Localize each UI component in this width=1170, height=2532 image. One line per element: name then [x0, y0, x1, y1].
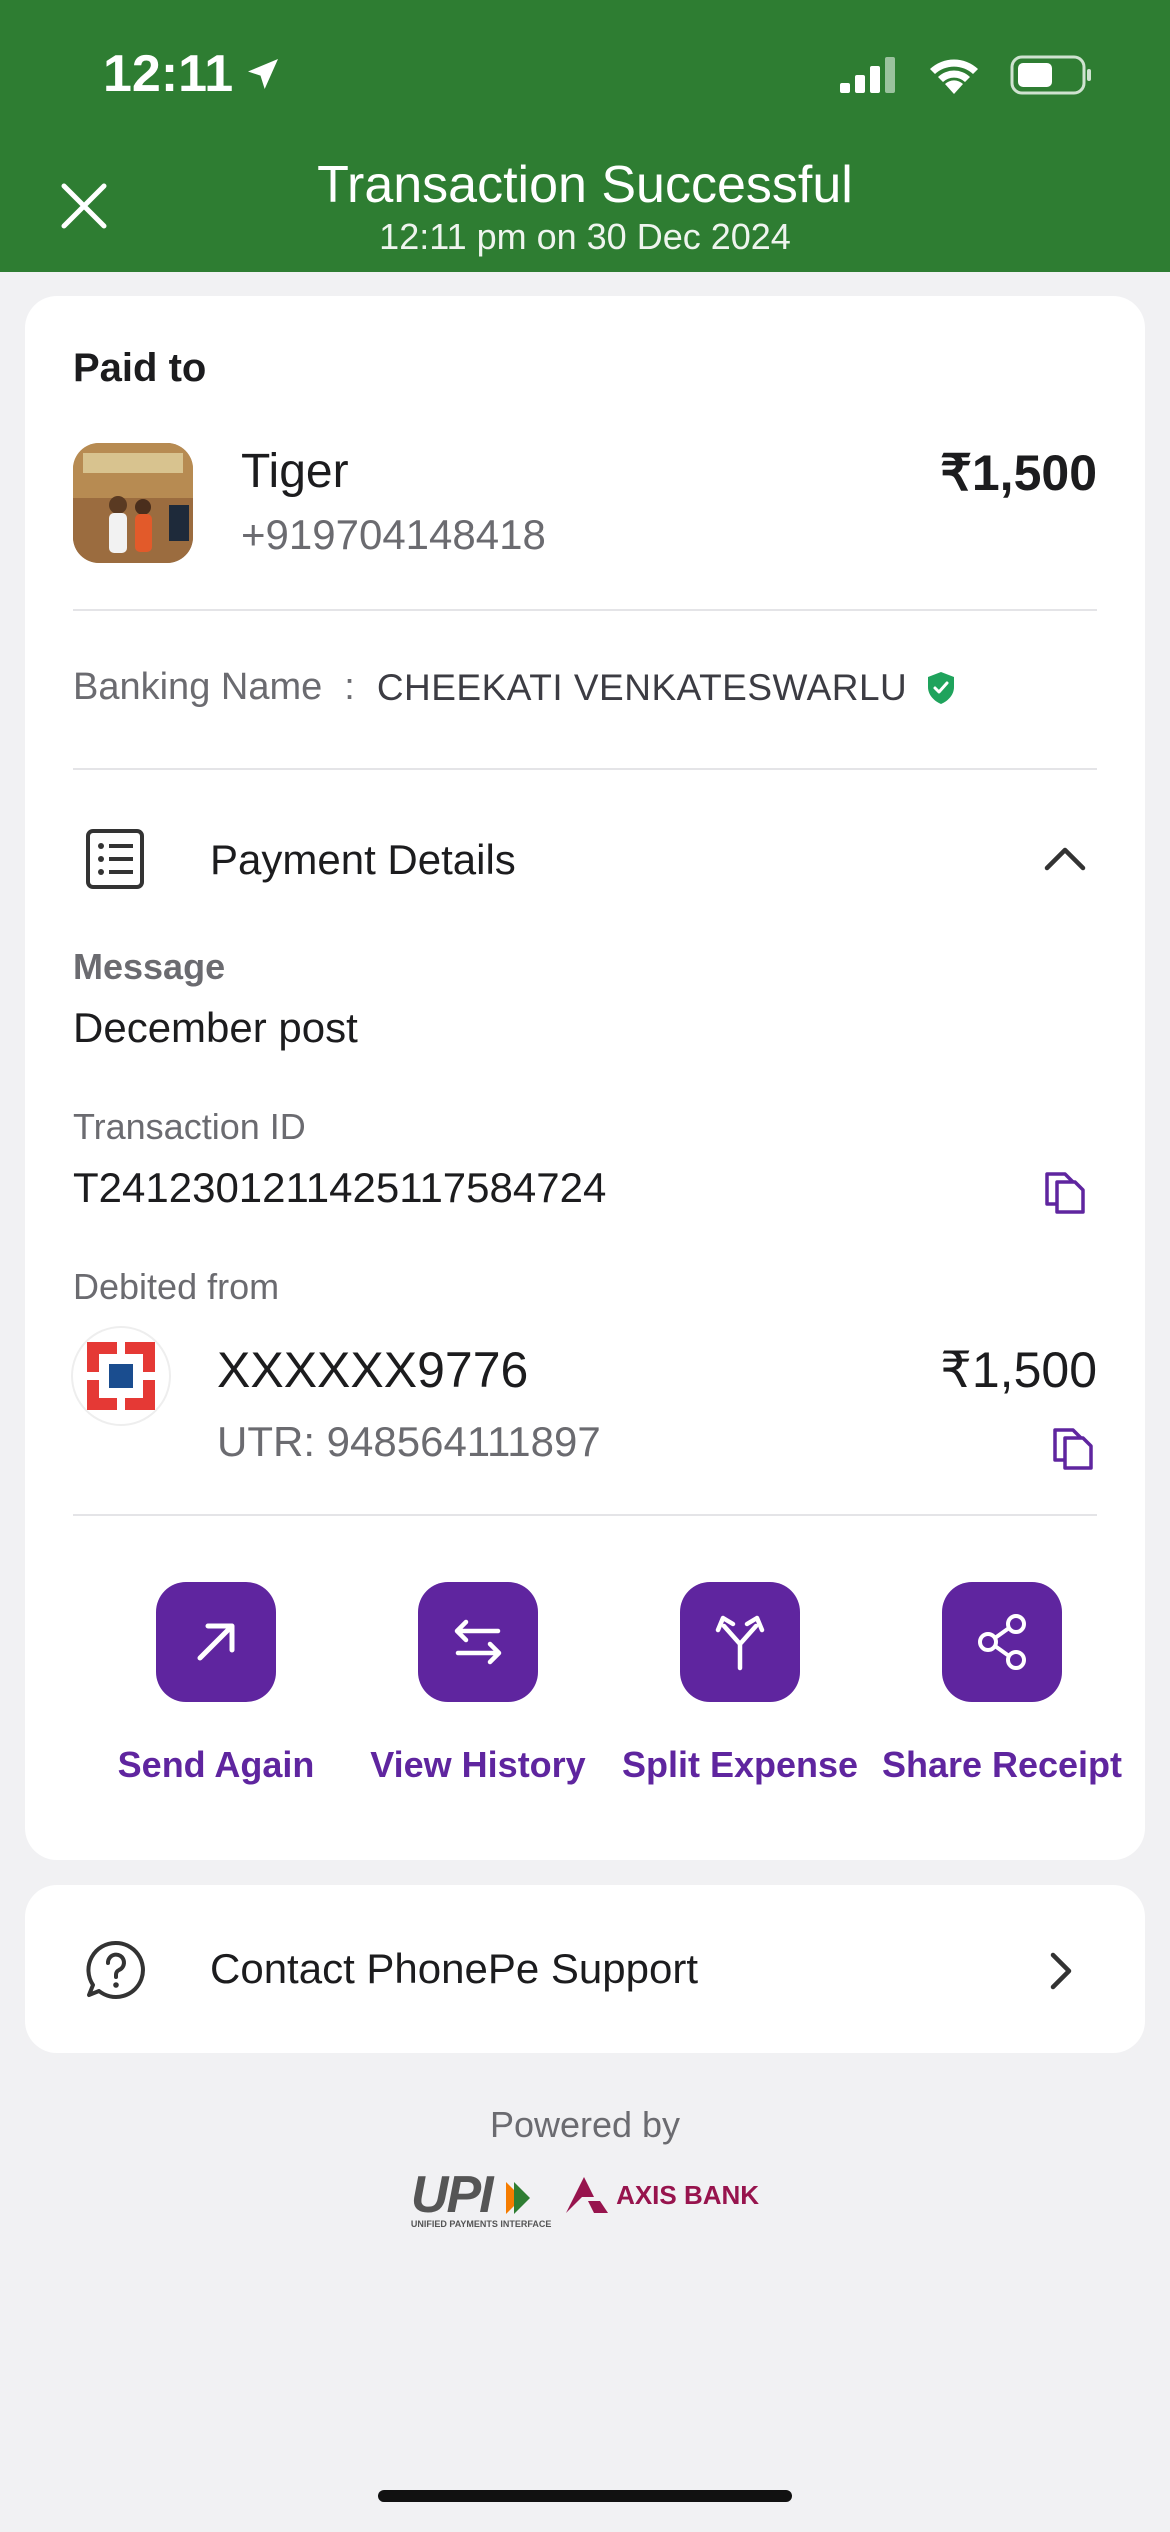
- split-expense-label: Split Expense: [621, 1744, 859, 1785]
- upi-logo: UPI UNIFIED PAYMENTS INTERFACE: [410, 2165, 552, 2229]
- copy-icon[interactable]: [1051, 1424, 1095, 1472]
- status-icons: [840, 55, 1092, 95]
- status-time-text: 12:11: [103, 45, 234, 103]
- location-arrow-icon: [248, 59, 279, 89]
- axis-bank-text: AXIS BANK: [616, 2179, 760, 2210]
- divider: [73, 768, 1097, 770]
- divider: [73, 609, 1097, 611]
- payee-phone: +919704148418: [241, 511, 546, 558]
- home-indicator[interactable]: [378, 2490, 792, 2502]
- axis-bank-logo: AXIS BANK: [564, 2175, 759, 2215]
- divider: [73, 1514, 1097, 1516]
- banking-name-label: Banking Name: [73, 666, 323, 708]
- split-expense-icon-button[interactable]: [680, 1582, 800, 1702]
- transaction-timestamp: 12:11 pm on 30 Dec 2024: [379, 216, 791, 257]
- send-again-button[interactable]: Send Again: [85, 1582, 347, 1786]
- message-value: December post: [73, 1004, 358, 1051]
- copy-icon[interactable]: [1043, 1168, 1087, 1216]
- banking-name-value: CHEEKATI VENKATESWARLU: [376, 666, 908, 708]
- payee-avatar[interactable]: [73, 443, 193, 563]
- verified-shield-icon: [928, 671, 955, 704]
- payee-amount: ₹1,500: [940, 445, 1097, 501]
- page-title: Transaction Successful: [317, 156, 853, 214]
- share-receipt-icon-button[interactable]: [942, 1582, 1062, 1702]
- transaction-id-label: Transaction ID: [73, 1106, 306, 1147]
- chevron-right-icon: [1050, 1952, 1072, 1990]
- debited-amount: ₹1,500: [940, 1342, 1097, 1398]
- transaction-id-value: T2412301211425117584724: [73, 1164, 607, 1211]
- share-receipt-button[interactable]: Share Receipt: [871, 1582, 1133, 1786]
- banking-name-row: Banking Name : CHEEKATI VENKATESWARLU: [73, 666, 957, 709]
- arrow-up-right-icon: [197, 1623, 235, 1661]
- header-bar: 12:11 Transaction Successful 12:11 pm on…: [0, 0, 1170, 272]
- debited-from-label: Debited from: [73, 1266, 280, 1307]
- cellular-signal-icon: [840, 57, 895, 93]
- avatar-photo: [73, 443, 193, 563]
- partner-logos: UPI UNIFIED PAYMENTS INTERFACE AXIS BANK: [0, 2165, 1170, 2229]
- axis-bank-mark-icon: [566, 2177, 609, 2213]
- powered-by-label: Powered by: [489, 2104, 681, 2145]
- upi-logo-text: UPI: [410, 2166, 494, 2224]
- banking-name-separator: :: [344, 666, 355, 708]
- receipt-list-icon: [86, 829, 144, 889]
- send-again-label: Send Again: [117, 1744, 315, 1785]
- split-expense-button[interactable]: Split Expense: [609, 1582, 871, 1786]
- split-arrows-icon: [715, 1615, 765, 1671]
- contact-support-label: Contact PhonePe Support: [210, 1945, 699, 1992]
- view-history-button[interactable]: View History: [347, 1582, 609, 1786]
- contact-support-row[interactable]: Contact PhonePe Support: [25, 1885, 1145, 2053]
- view-history-label: View History: [370, 1744, 586, 1785]
- message-label: Message: [73, 946, 226, 987]
- upi-arrow-mark: [506, 2182, 531, 2215]
- chevron-up-icon[interactable]: [1043, 844, 1087, 872]
- payee-name: Tiger: [241, 445, 349, 498]
- hdfc-bank-logo: [73, 1328, 169, 1424]
- debit-account-number: XXXXXX9776: [217, 1342, 529, 1398]
- send-again-icon-button[interactable]: [156, 1582, 276, 1702]
- help-circle-icon: [86, 1940, 145, 1999]
- wifi-icon: [930, 59, 978, 94]
- action-buttons: Send Again View History Split Expense Sh…: [25, 1582, 1145, 1842]
- view-history-icon-button[interactable]: [418, 1582, 538, 1702]
- share-icon: [978, 1614, 1026, 1670]
- status-time: 12:11: [103, 44, 283, 104]
- payment-details-toggle[interactable]: Payment Details: [210, 836, 516, 884]
- transaction-card: Paid to Tiger +919704148418 ₹1,500 Banki…: [25, 296, 1145, 1860]
- battery-icon: [1010, 55, 1091, 95]
- upi-tagline: UNIFIED PAYMENTS INTERFACE: [410, 2219, 552, 2229]
- utr-number: UTR: 948564111897: [217, 1418, 601, 1465]
- paid-to-label: Paid to: [73, 346, 207, 390]
- swap-arrows-icon: [454, 1619, 502, 1665]
- share-receipt-label: Share Receipt: [881, 1744, 1123, 1785]
